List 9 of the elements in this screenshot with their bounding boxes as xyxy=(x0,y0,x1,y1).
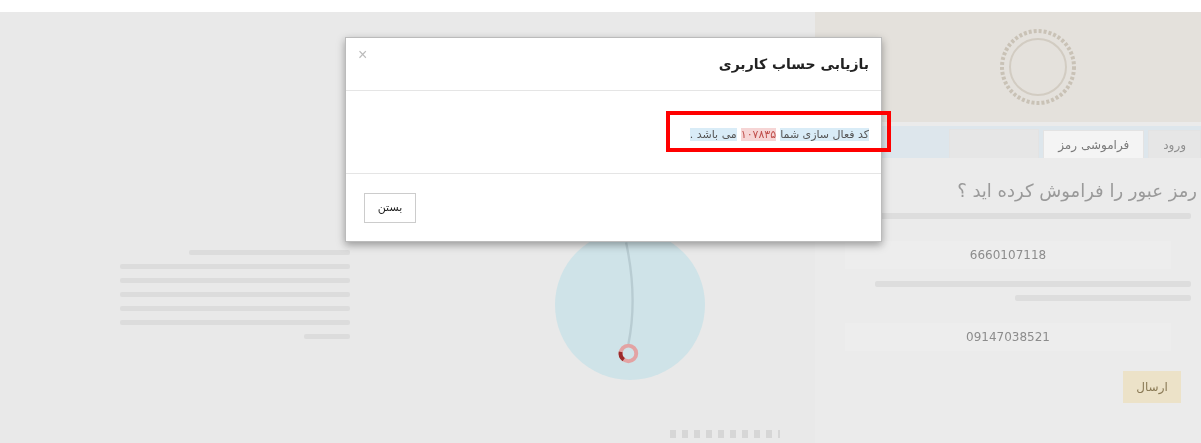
close-button[interactable]: بستن xyxy=(364,192,416,223)
close-button[interactable]: × xyxy=(352,44,374,66)
submit-button[interactable]: ارسال xyxy=(1123,371,1181,403)
dialog-title: بازیابی حساب کاربری xyxy=(718,56,869,72)
panel-heading: رمز عبور را فراموش کرده اید ؟ xyxy=(956,180,1197,201)
emblem-icon xyxy=(998,27,1078,107)
activation-message: کد فعال سازی شما ۱۰۷۸۳۵ می باشد . xyxy=(689,127,869,141)
tab[interactable]: ورود xyxy=(1148,130,1201,158)
tab[interactable]: فراموشی رمز xyxy=(1043,130,1145,158)
